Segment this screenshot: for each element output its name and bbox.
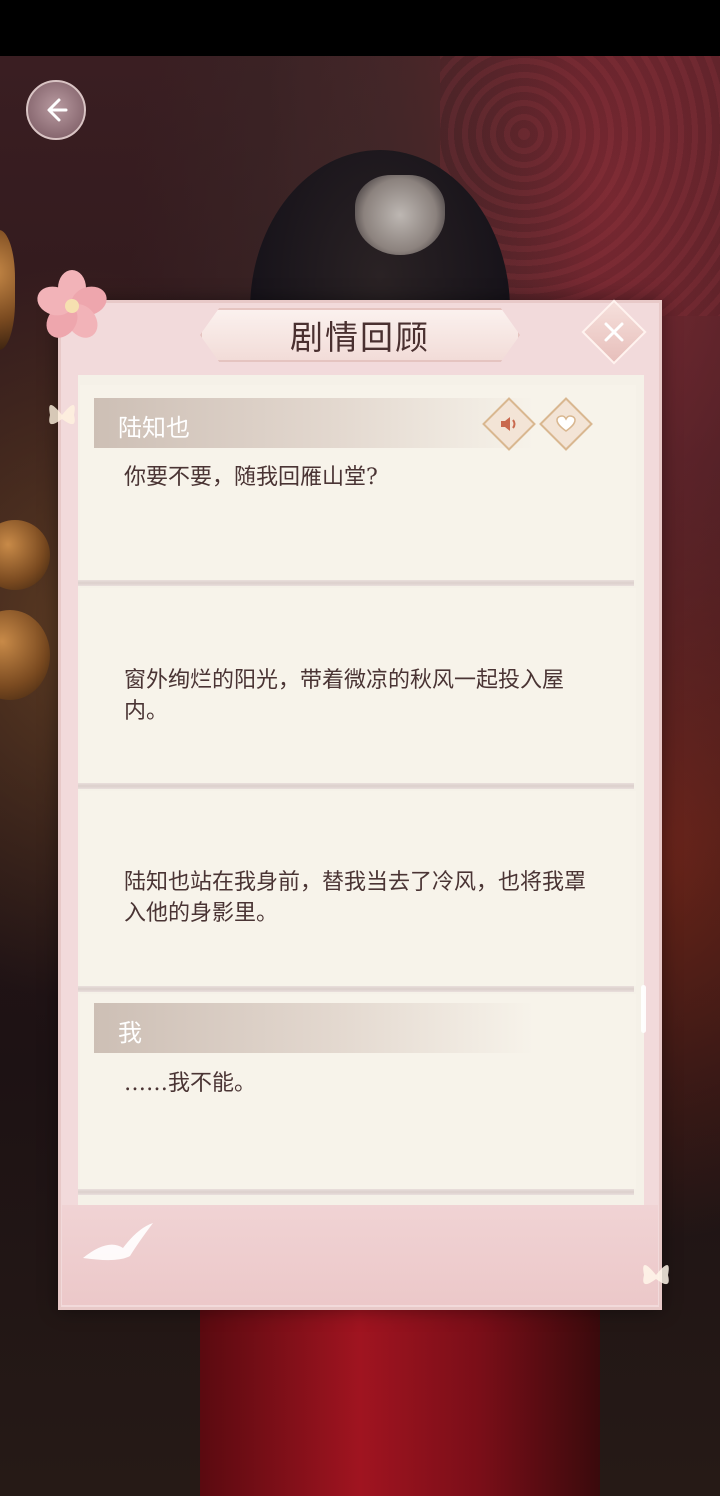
butterfly-decoration-icon [643, 1265, 669, 1285]
background-robe [200, 1300, 600, 1496]
panel-title-plate: 剧情回顾 [200, 308, 520, 362]
flower-decoration-icon [37, 270, 107, 338]
close-icon [604, 322, 624, 342]
hair-ornament [355, 175, 445, 255]
back-arrow-icon [47, 98, 68, 122]
butterfly-decoration-icon [49, 405, 75, 425]
speaker-name: 陆知也 [118, 414, 190, 442]
entry-divider [78, 986, 634, 992]
back-button[interactable] [26, 80, 86, 140]
entry-divider [78, 580, 634, 586]
narration-text: 窗外绚烂的阳光，带着微凉的秋风一起投入屋内。 [124, 668, 565, 724]
dialogue-text: 你要不要，随我回雁山堂? [124, 465, 378, 490]
heart-icon [556, 415, 576, 432]
story-review-screen: 剧情回顾 陆知也 你要不要，随我回雁山堂? 窗外绚烂的阳光，带着微凉的秋风一起投… [0, 0, 720, 1496]
scrollbar-thumb[interactable] [641, 985, 646, 1033]
bird-decoration-icon [83, 1223, 153, 1261]
entry-divider [78, 1189, 634, 1195]
dialogue-text: ……我不能。 [124, 1071, 257, 1096]
entry-divider [78, 783, 634, 789]
speaker-name: 我 [118, 1019, 142, 1047]
narration-text: 陆知也站在我身前，替我当去了冷风，也将我罩入他的身影里。 [124, 870, 587, 926]
speaker-icon [501, 417, 516, 431]
page-title: 剧情回顾 [290, 318, 430, 357]
status-bar [0, 0, 720, 56]
speaker-label-bar [94, 1003, 534, 1053]
